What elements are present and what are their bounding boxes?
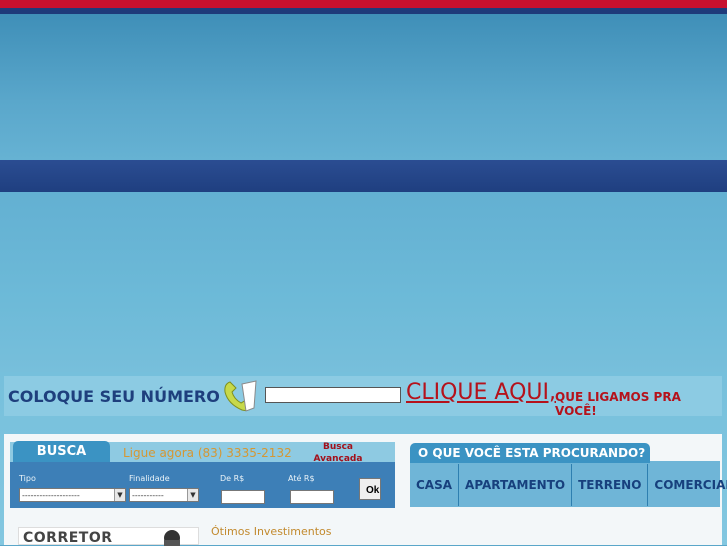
callback-bar: COLOQUE SEU NÚMERO CLIQUE AQUI, QUE LIGA…: [4, 376, 722, 418]
category-title: O QUE VOCÊ ESTA PROCURANDO?: [410, 443, 650, 463]
corretor-box[interactable]: CORRETOR: [18, 527, 199, 546]
search-form: Tipo -------------------- ▼ Finalidade -…: [10, 462, 395, 508]
tipo-select[interactable]: -------------------- ▼: [19, 488, 126, 502]
tipo-select-value: --------------------: [22, 491, 80, 500]
phone-icon: [224, 380, 257, 412]
de-label: De R$: [220, 474, 245, 483]
section-title-investimentos: Ótimos Investimentos: [211, 525, 332, 538]
category-casa[interactable]: CASA: [410, 464, 460, 506]
finalidade-label: Finalidade: [129, 474, 170, 483]
category-apartamento[interactable]: APARTAMENTO: [459, 464, 573, 506]
ate-label: Até R$: [288, 474, 315, 483]
phone-number-input[interactable]: [265, 387, 401, 403]
callback-title: COLOQUE SEU NÚMERO: [8, 387, 220, 406]
category-comercial[interactable]: COMERCIAL: [648, 464, 727, 506]
tipo-label: Tipo: [19, 474, 36, 483]
header-banner: [0, 14, 727, 160]
finalidade-select[interactable]: ----------- ▼: [129, 488, 199, 502]
call-now-text: Ligue agora (83) 3335-2132: [123, 446, 292, 460]
tab-busca[interactable]: BUSCA: [13, 441, 110, 462]
nav-bar: [0, 160, 727, 192]
top-red-stripe: [0, 0, 727, 8]
corretor-label: CORRETOR: [23, 530, 113, 546]
price-min-input[interactable]: [221, 490, 265, 504]
chevron-down-icon: ▼: [187, 489, 198, 501]
search-ok-button[interactable]: Ok: [359, 478, 381, 500]
chevron-down-icon: ▼: [114, 489, 125, 501]
category-terreno[interactable]: TERRENO: [572, 464, 649, 506]
hero-banner: [0, 192, 727, 372]
callback-suffix: QUE LIGAMOS PRA VOCÊ!: [555, 390, 681, 418]
price-max-input[interactable]: [290, 490, 334, 504]
category-list: CASA APARTAMENTO TERRENO COMERCIAL: [410, 464, 727, 506]
callback-link[interactable]: CLIQUE AQUI,: [406, 380, 556, 405]
agent-avatar-icon: [164, 530, 180, 546]
finalidade-select-value: -----------: [132, 491, 164, 500]
